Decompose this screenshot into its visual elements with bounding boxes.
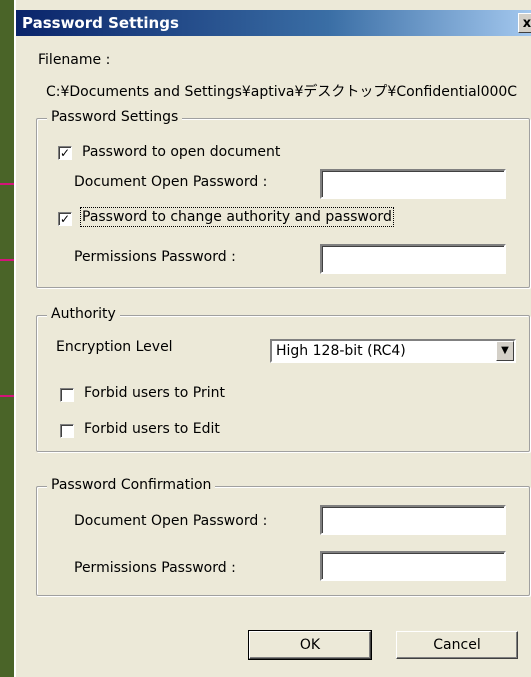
- open-password-checkbox-label[interactable]: Password to open document: [82, 144, 280, 160]
- forbid-edit-checkbox[interactable]: [60, 424, 74, 438]
- encryption-level-value: High 128-bit (RC4): [276, 343, 406, 359]
- encryption-level-select[interactable]: High 128-bit (RC4) ▼: [270, 339, 516, 363]
- password-confirmation-legend: Password Confirmation: [47, 477, 216, 493]
- password-settings-legend: Password Settings: [47, 109, 183, 125]
- confirm-permissions-password-label: Permissions Password :: [74, 560, 236, 576]
- change-password-checkbox-label[interactable]: Password to change authority and passwor…: [80, 207, 394, 227]
- open-password-input[interactable]: [320, 169, 506, 199]
- close-icon[interactable]: x: [518, 13, 531, 33]
- cancel-button[interactable]: Cancel: [396, 631, 518, 659]
- password-settings-dialog: Password Settings x Filename : C:¥Docume…: [14, 0, 531, 677]
- title-bar: Password Settings x: [16, 10, 531, 36]
- chevron-down-icon[interactable]: ▼: [496, 341, 514, 361]
- confirm-open-password-label: Document Open Password :: [74, 513, 268, 529]
- open-password-checkbox[interactable]: ✓: [58, 146, 72, 160]
- open-password-label: Document Open Password :: [74, 174, 268, 190]
- filename-label: Filename :: [38, 52, 111, 68]
- authority-legend: Authority: [47, 306, 120, 322]
- window-title: Password Settings: [22, 14, 179, 32]
- permissions-password-input[interactable]: [320, 244, 506, 274]
- ok-button[interactable]: OK: [248, 630, 372, 660]
- confirm-permissions-password-input[interactable]: [320, 551, 506, 581]
- encryption-level-label: Encryption Level: [56, 339, 173, 355]
- change-password-checkbox[interactable]: ✓: [58, 212, 72, 226]
- permissions-password-label: Permissions Password :: [74, 249, 236, 265]
- confirm-open-password-input[interactable]: [320, 505, 506, 535]
- forbid-print-checkbox[interactable]: [60, 388, 74, 402]
- forbid-print-label[interactable]: Forbid users to Print: [84, 385, 225, 401]
- forbid-edit-label[interactable]: Forbid users to Edit: [84, 421, 220, 437]
- filename-path: C:¥Documents and Settings¥aptiva¥デスクトップ¥…: [46, 84, 518, 100]
